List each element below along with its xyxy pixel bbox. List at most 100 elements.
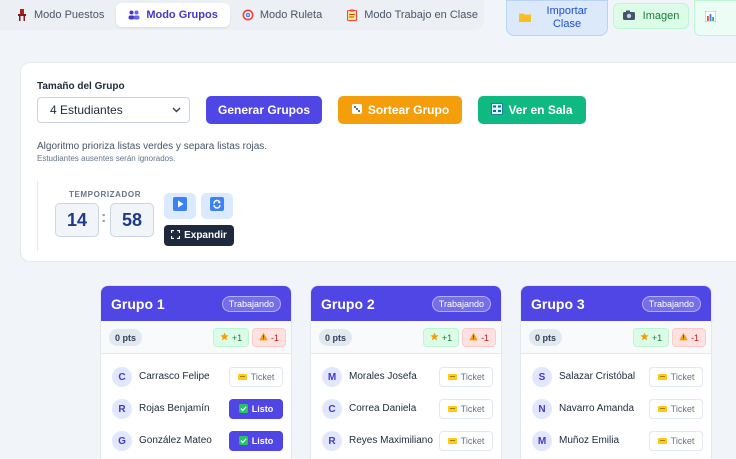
avatar: C	[322, 399, 342, 419]
add-point-button[interactable]: +1	[423, 328, 459, 347]
avatar: N	[532, 399, 552, 419]
add-point-label: +1	[651, 332, 663, 343]
remove-point-label: -1	[690, 332, 699, 343]
avatar: G	[112, 431, 132, 451]
ticket-icon	[657, 436, 667, 446]
warning-icon	[259, 332, 268, 343]
student-name: González Mateo	[139, 435, 212, 446]
student-name: Morales Josefa	[349, 371, 417, 382]
student-row: N Navarro Amanda Ticket	[521, 394, 711, 424]
absent-note: Estudiantes ausentes serán ignorados.	[37, 154, 176, 163]
ready-button[interactable]: Listo	[229, 399, 283, 419]
status-badge: Trabajando	[641, 295, 701, 312]
remove-point-button[interactable]: -1	[252, 328, 286, 347]
ticket-button[interactable]: Ticket	[439, 399, 493, 419]
timer-widget: TEMPORIZADOR 14 : 58 Expandir	[37, 181, 237, 251]
add-point-button[interactable]: +1	[213, 328, 249, 347]
tab-modo-grupos[interactable]: Modo Grupos	[116, 3, 230, 27]
student-row: M Morales Josefa Ticket	[311, 362, 501, 392]
group-header: Grupo 1 Trabajando	[101, 286, 291, 321]
ticket-button[interactable]: Ticket	[229, 367, 283, 387]
avatar: S	[532, 367, 552, 387]
generate-groups-button[interactable]: Generar Grupos	[206, 96, 322, 124]
draw-group-button[interactable]: Sortear Grupo	[338, 96, 462, 124]
ticket-button[interactable]: Ticket	[649, 367, 703, 387]
timer-label: TEMPORIZADOR	[69, 190, 142, 199]
student-row: C Carrasco Felipe Ticket	[101, 362, 291, 392]
student-name: Correa Daniela	[349, 403, 417, 414]
timer-separator: :	[101, 209, 107, 226]
timer-minutes: 14	[55, 203, 99, 237]
import-class-label: Importar Clase	[546, 5, 588, 30]
avatar: M	[322, 367, 342, 387]
avatar: M	[532, 431, 552, 451]
view-room-label: Ver en Sala	[508, 103, 573, 117]
image-button[interactable]: Imagen	[613, 3, 689, 29]
chart-button[interactable]	[694, 0, 736, 36]
tab-modo-puestos[interactable]: Modo Puestos	[4, 3, 116, 27]
avatar: C	[112, 367, 132, 387]
view-room-button[interactable]: Ver en Sala	[478, 96, 586, 124]
group-size-label: Tamaño del Grupo	[37, 81, 125, 92]
groups-icon	[128, 9, 140, 21]
group-title: Grupo 3	[531, 295, 585, 312]
mode-tabs: Modo Puestos Modo Grupos Modo Ruleta Mod…	[0, 0, 484, 30]
student-row: C Correa Daniela Ticket	[311, 394, 501, 424]
ready-button[interactable]: Listo	[229, 431, 283, 451]
ticket-label: Ticket	[670, 372, 695, 382]
ticket-label: Ticket	[460, 372, 485, 382]
timer-seconds: 58	[110, 203, 154, 237]
group-size-select[interactable]: 4 Estudiantes	[37, 97, 190, 123]
add-point-button[interactable]: +1	[633, 328, 669, 347]
check-icon	[238, 403, 248, 415]
import-class-button[interactable]: Importar Clase	[506, 0, 608, 36]
target-icon	[242, 9, 254, 21]
ticket-icon	[237, 372, 247, 382]
top-bar: Modo Puestos Modo Grupos Modo Ruleta Mod…	[0, 0, 736, 38]
ticket-icon	[447, 404, 457, 414]
ticket-label: Ticket	[670, 404, 695, 414]
add-point-label: +1	[441, 332, 453, 343]
folder-icon	[519, 12, 531, 25]
ticket-label: Ticket	[460, 436, 485, 446]
tab-label: Modo Puestos	[34, 9, 105, 21]
ticket-button[interactable]: Ticket	[439, 431, 493, 451]
ticket-button[interactable]: Ticket	[439, 367, 493, 387]
student-name: Rojas Benjamín	[139, 403, 210, 414]
timer-reset-button[interactable]	[201, 193, 233, 219]
warning-icon	[469, 332, 478, 343]
add-point-label: +1	[231, 332, 243, 343]
group-header: Grupo 2 Trabajando	[311, 286, 501, 321]
avatar: R	[112, 399, 132, 419]
ticket-button[interactable]: Ticket	[649, 431, 703, 451]
ticket-icon	[447, 436, 457, 446]
remove-point-button[interactable]: -1	[462, 328, 496, 347]
status-badge: Trabajando	[221, 295, 281, 312]
student-row: G González Mateo Listo	[101, 426, 291, 456]
student-row: R Reyes Maximiliano Ticket	[311, 426, 501, 456]
student-row: M Muñoz Emilia Ticket	[521, 426, 711, 456]
group-score-bar: 0 pts +1 -1	[521, 321, 711, 354]
ticket-icon	[447, 372, 457, 382]
expand-timer-button[interactable]: Expandir	[164, 225, 234, 246]
group-points: 0 pts	[109, 329, 143, 346]
tab-modo-trabajo[interactable]: Modo Trabajo en Clase	[334, 3, 490, 27]
ticket-button[interactable]: Ticket	[649, 399, 703, 419]
group-header: Grupo 3 Trabajando	[521, 286, 711, 321]
play-icon	[173, 196, 187, 216]
student-row: R Rojas Benjamín Listo	[101, 394, 291, 424]
avatar: R	[322, 431, 342, 451]
remove-point-button[interactable]: -1	[672, 328, 706, 347]
star-icon	[220, 332, 229, 343]
student-name: Reyes Maximiliano	[349, 435, 433, 446]
group-size-value: 4 Estudiantes	[50, 103, 123, 117]
student-name: Salazar Cristóbal	[559, 371, 636, 382]
tab-modo-ruleta[interactable]: Modo Ruleta	[230, 3, 334, 27]
ticket-icon	[657, 404, 667, 414]
timer-play-button[interactable]	[164, 193, 196, 219]
ticket-icon	[657, 372, 667, 382]
ticket-label: Ticket	[670, 436, 695, 446]
check-icon	[238, 435, 248, 447]
group-points: 0 pts	[529, 329, 563, 346]
group-score-bar: 0 pts +1 -1	[311, 321, 501, 354]
